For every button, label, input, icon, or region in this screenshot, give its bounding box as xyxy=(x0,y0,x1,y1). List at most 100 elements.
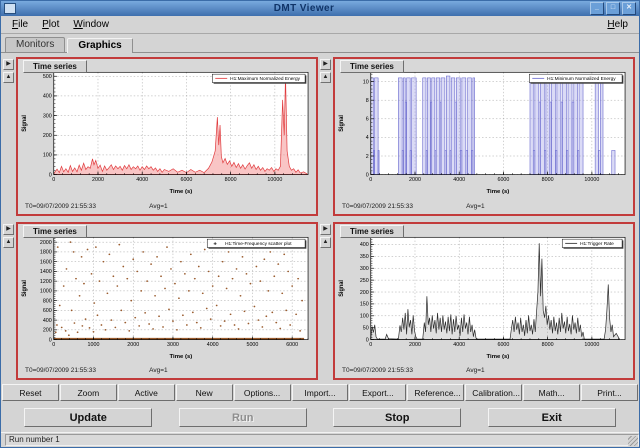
svg-text:Time (s): Time (s) xyxy=(170,354,193,360)
plot-panel: Time series 0200040006000800010000024681… xyxy=(333,57,635,216)
svg-text:0: 0 xyxy=(49,337,52,343)
menu-bar: File Plot Window Help xyxy=(1,16,639,34)
panel-up-icon[interactable]: ▲ xyxy=(3,72,14,83)
panel-expand-icon[interactable]: ▶ xyxy=(3,224,14,235)
svg-text:100: 100 xyxy=(43,153,52,159)
menu-file[interactable]: File xyxy=(5,18,35,31)
svg-text:3000: 3000 xyxy=(167,342,179,348)
time-series-tab[interactable]: Time series xyxy=(340,60,404,73)
math-button[interactable]: Math... xyxy=(523,384,580,401)
svg-text:4000: 4000 xyxy=(453,342,465,348)
t0-label: T0=09/07/2009 21:55:33 xyxy=(25,367,96,374)
plot-cell-top-right: ▶ ▲ Time series 020004000600080001000002… xyxy=(320,57,635,216)
minimize-icon[interactable]: _ xyxy=(590,2,604,15)
new-button[interactable]: New xyxy=(176,384,233,401)
resize-grip-icon[interactable] xyxy=(628,436,638,446)
svg-text:6000: 6000 xyxy=(497,177,509,183)
stop-button[interactable]: Stop xyxy=(333,408,461,427)
svg-text:H1:Minimum Normalized Energy: H1:Minimum Normalized Energy xyxy=(547,76,616,81)
svg-text:1200: 1200 xyxy=(40,279,52,285)
menu-window[interactable]: Window xyxy=(66,18,116,31)
svg-text:Signal: Signal xyxy=(339,279,345,296)
time-series-tab[interactable]: Time series xyxy=(23,60,87,73)
svg-text:600: 600 xyxy=(43,308,52,314)
svg-text:2000: 2000 xyxy=(409,342,421,348)
panel-controls: ▶ ▲ xyxy=(320,57,333,216)
plot-panel: Time series 0100020003000400050006000020… xyxy=(16,222,318,381)
chart-canvas[interactable]: 02000400060008000100000246810Time (s)Sig… xyxy=(335,63,633,203)
svg-text:0: 0 xyxy=(52,342,55,348)
chart-canvas[interactable]: 02000400060008000100000100200300400500Ti… xyxy=(18,63,316,203)
close-icon[interactable]: ✕ xyxy=(622,2,636,15)
svg-text:4000: 4000 xyxy=(453,177,465,183)
svg-text:200: 200 xyxy=(43,327,52,333)
svg-text:2000: 2000 xyxy=(409,177,421,183)
svg-text:400: 400 xyxy=(43,94,52,100)
export-button[interactable]: Export... xyxy=(349,384,406,401)
menu-help[interactable]: Help xyxy=(600,18,635,31)
svg-text:6000: 6000 xyxy=(286,342,298,348)
svg-text:4000: 4000 xyxy=(207,342,219,348)
plot-panel: Time series 0200040006000800010000010020… xyxy=(16,57,318,216)
options-button[interactable]: Options... xyxy=(234,384,291,401)
svg-text:10000: 10000 xyxy=(267,177,282,183)
svg-text:H1:Trigger Rate: H1:Trigger Rate xyxy=(580,241,614,246)
svg-text:2000: 2000 xyxy=(92,177,104,183)
avg-label: Avg=1 xyxy=(466,367,485,374)
reference-button[interactable]: Reference... xyxy=(407,384,464,401)
plot-panel: Time series 0200040006000800010000050100… xyxy=(333,222,635,381)
svg-text:150: 150 xyxy=(360,301,369,307)
plot-footer: T0=09/07/2009 21:55:33 Avg=1 xyxy=(335,203,633,214)
svg-text:50: 50 xyxy=(363,325,369,331)
toolbar: Reset Zoom Active New Options... Import.… xyxy=(1,383,639,402)
svg-text:10: 10 xyxy=(363,80,369,86)
menu-plot[interactable]: Plot xyxy=(35,18,66,31)
time-series-tab[interactable]: Time series xyxy=(23,225,87,238)
svg-text:0: 0 xyxy=(369,342,372,348)
svg-text:200: 200 xyxy=(360,289,369,295)
svg-text:5000: 5000 xyxy=(246,342,258,348)
chart-canvas[interactable]: 0100020003000400050006000020040060080010… xyxy=(18,228,316,368)
reset-button[interactable]: Reset xyxy=(2,384,59,401)
exit-button[interactable]: Exit xyxy=(488,408,616,427)
svg-text:800: 800 xyxy=(43,298,52,304)
svg-text:0: 0 xyxy=(52,177,55,183)
plot-cell-bottom-left: ▶ ▲ Time series 010002000300040005000600… xyxy=(3,222,318,381)
panel-expand-icon[interactable]: ▶ xyxy=(320,59,331,70)
svg-text:8: 8 xyxy=(366,98,369,104)
plot-grid: ▶ ▲ Time series 020004000600080001000001… xyxy=(1,53,639,383)
calibration-button[interactable]: Calibration... xyxy=(465,384,522,401)
window-title: DMT Viewer xyxy=(20,3,588,14)
panel-controls: ▶ ▲ xyxy=(3,222,16,381)
titlebar: DMT Viewer _ □ ✕ xyxy=(1,1,639,16)
panel-up-icon[interactable]: ▲ xyxy=(320,72,331,83)
tab-monitors[interactable]: Monitors xyxy=(5,37,65,52)
zoom-button[interactable]: Zoom xyxy=(60,384,117,401)
panel-up-icon[interactable]: ▲ xyxy=(3,237,14,248)
panel-up-icon[interactable]: ▲ xyxy=(320,237,331,248)
svg-text:6000: 6000 xyxy=(497,342,509,348)
import-button[interactable]: Import... xyxy=(292,384,349,401)
svg-text:Time (s): Time (s) xyxy=(170,189,193,195)
panel-expand-icon[interactable]: ▶ xyxy=(320,224,331,235)
svg-text:10000: 10000 xyxy=(584,342,599,348)
svg-text:400: 400 xyxy=(43,318,52,324)
svg-text:0: 0 xyxy=(366,337,369,343)
print-button[interactable]: Print... xyxy=(581,384,638,401)
status-bar: Run number 1 xyxy=(1,432,639,447)
dmt-viewer-window: DMT Viewer _ □ ✕ File Plot Window Help M… xyxy=(0,0,640,448)
svg-text:Signal: Signal xyxy=(339,115,345,132)
svg-text:300: 300 xyxy=(360,266,369,272)
update-button[interactable]: Update xyxy=(24,408,152,427)
time-series-tab[interactable]: Time series xyxy=(340,225,404,238)
active-button[interactable]: Active xyxy=(118,384,175,401)
chart-canvas[interactable]: 0200040006000800010000050100150200250300… xyxy=(335,228,633,368)
panel-expand-icon[interactable]: ▶ xyxy=(3,59,14,70)
svg-text:6000: 6000 xyxy=(180,177,192,183)
status-text: Run number 1 xyxy=(5,434,639,446)
action-bar: Update Run Stop Exit xyxy=(1,402,639,432)
svg-text:300: 300 xyxy=(43,113,52,119)
tab-graphics[interactable]: Graphics xyxy=(67,38,132,53)
maximize-icon[interactable]: □ xyxy=(606,2,620,15)
run-button: Run xyxy=(179,408,307,427)
